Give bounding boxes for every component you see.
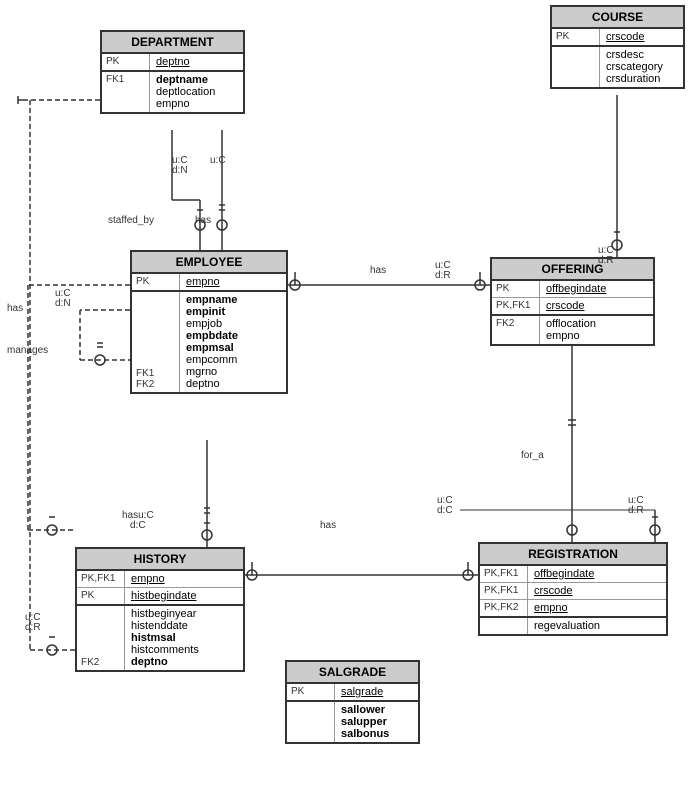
salgrade-entity: SALGRADE PK salgrade sallower salupper s… [285,660,420,744]
dept-fk1: FK1 [102,72,150,112]
off-fk2-label: FK2 [492,316,540,344]
emp-empno: empno [186,276,280,288]
offering-title: OFFERING [492,259,653,281]
emp-empjob: empjob [186,318,280,330]
reg-fk-empty [480,618,528,634]
off-empno: empno [546,330,647,342]
emp-mgrno: mgrno [186,366,280,378]
registration-entity: REGISTRATION PK,FK1 offbegindate PK,FK1 … [478,542,668,636]
label-dc-emp: d:C [130,520,146,531]
hist-histbegindate: histbegindate [131,590,237,602]
registration-title: REGISTRATION [480,544,666,566]
label-has-left: has [7,303,23,314]
label-dc-hist: d:C [437,505,453,516]
label-has-dept: has [195,215,211,226]
emp-deptno: deptno [186,378,280,390]
erd-diagram: COURSE PK crscode crsdesc crscategory cr… [0,0,690,803]
hist-deptno: deptno [131,656,237,668]
course-crscode: crscode [606,31,677,43]
reg-offbegindate: offbegindate [534,568,660,580]
label-for-a: for_a [521,450,544,461]
off-pk-label: PK [492,281,540,297]
history-title: HISTORY [77,549,243,571]
offering-entity: OFFERING PK offbegindate PK,FK1 crscode … [490,257,655,346]
dept-empno: empno [156,98,237,110]
sal-pk-label: PK [287,684,335,700]
hist-histenddate: histenddate [131,620,237,632]
history-entity: HISTORY PK,FK1 empno PK histbegindate FK… [75,547,245,672]
sal-salupper: salupper [341,716,412,728]
reg-pkfk2-label: PK,FK2 [480,600,528,616]
emp-empcomm: empcomm [186,354,280,366]
sal-fk-empty [287,702,335,742]
label-uc-has2: u:C [210,155,226,166]
hist-pkfk1-label: PK,FK1 [77,571,125,587]
course-crscategory: crscategory [606,61,677,73]
label-dr-course: d:R [598,255,614,266]
department-title: DEPARTMENT [102,32,243,54]
emp-empname: empname [186,294,280,306]
dept-deptname: deptname [156,74,237,86]
dept-deptno: deptno [156,56,237,68]
label-dn-left: d:N [55,298,71,309]
label-dr-reg-right: d:R [628,505,644,516]
label-dr-emp-off: d:R [435,270,451,281]
off-pkfk1-label: PK,FK1 [492,298,540,314]
hist-histbeginyear: histbeginyear [131,608,237,620]
employee-entity: EMPLOYEE PK empno FK1 FK2 empname empini… [130,250,288,394]
emp-fk1: FK1 [136,368,175,379]
emp-pk-label: PK [132,274,180,290]
reg-crscode: crscode [534,585,660,597]
course-pk-label: PK [552,29,600,45]
course-crsdesc: crsdesc [606,49,677,61]
emp-fk2: FK2 [136,379,175,390]
label-dn-dept: d:N [172,165,188,176]
reg-empno: empno [534,602,660,614]
salgrade-title: SALGRADE [287,662,418,684]
course-crsduration: crsduration [606,73,677,85]
reg-pkfk1b-label: PK,FK1 [480,583,528,599]
label-dr-dept-hist: d:R [25,622,41,633]
department-entity: DEPARTMENT PK deptno FK1 deptname deptlo… [100,30,245,114]
reg-pkfk1a-label: PK,FK1 [480,566,528,582]
label-has-emp-off: has [370,265,386,276]
dept-pk-label: PK [102,54,150,70]
hist-histcomments: histcomments [131,644,237,656]
off-offbegindate: offbegindate [546,283,647,295]
dept-deptlocation: deptlocation [156,86,237,98]
label-manages: manages [7,345,48,356]
course-fk-empty [552,47,600,87]
hist-fk2-label: FK2 [77,606,125,670]
label-has-hist-reg: has [320,520,336,531]
course-title: COURSE [552,7,683,29]
emp-empinit: empinit [186,306,280,318]
emp-empbdate: empbdate [186,330,280,342]
off-offlocation: offlocation [546,318,647,330]
off-crscode: crscode [546,300,647,312]
hist-pk-label: PK [77,588,125,604]
sal-sallower: sallower [341,704,412,716]
hist-empno: empno [131,573,237,585]
label-staffed-by: staffed_by [108,215,154,226]
sal-salbonus: salbonus [341,728,412,740]
hist-histmsal: histmsal [131,632,237,644]
emp-empmsal: empmsal [186,342,280,354]
reg-regevaluation: regevaluation [534,620,660,632]
employee-title: EMPLOYEE [132,252,286,274]
sal-salgrade: salgrade [341,686,412,698]
course-entity: COURSE PK crscode crsdesc crscategory cr… [550,5,685,89]
